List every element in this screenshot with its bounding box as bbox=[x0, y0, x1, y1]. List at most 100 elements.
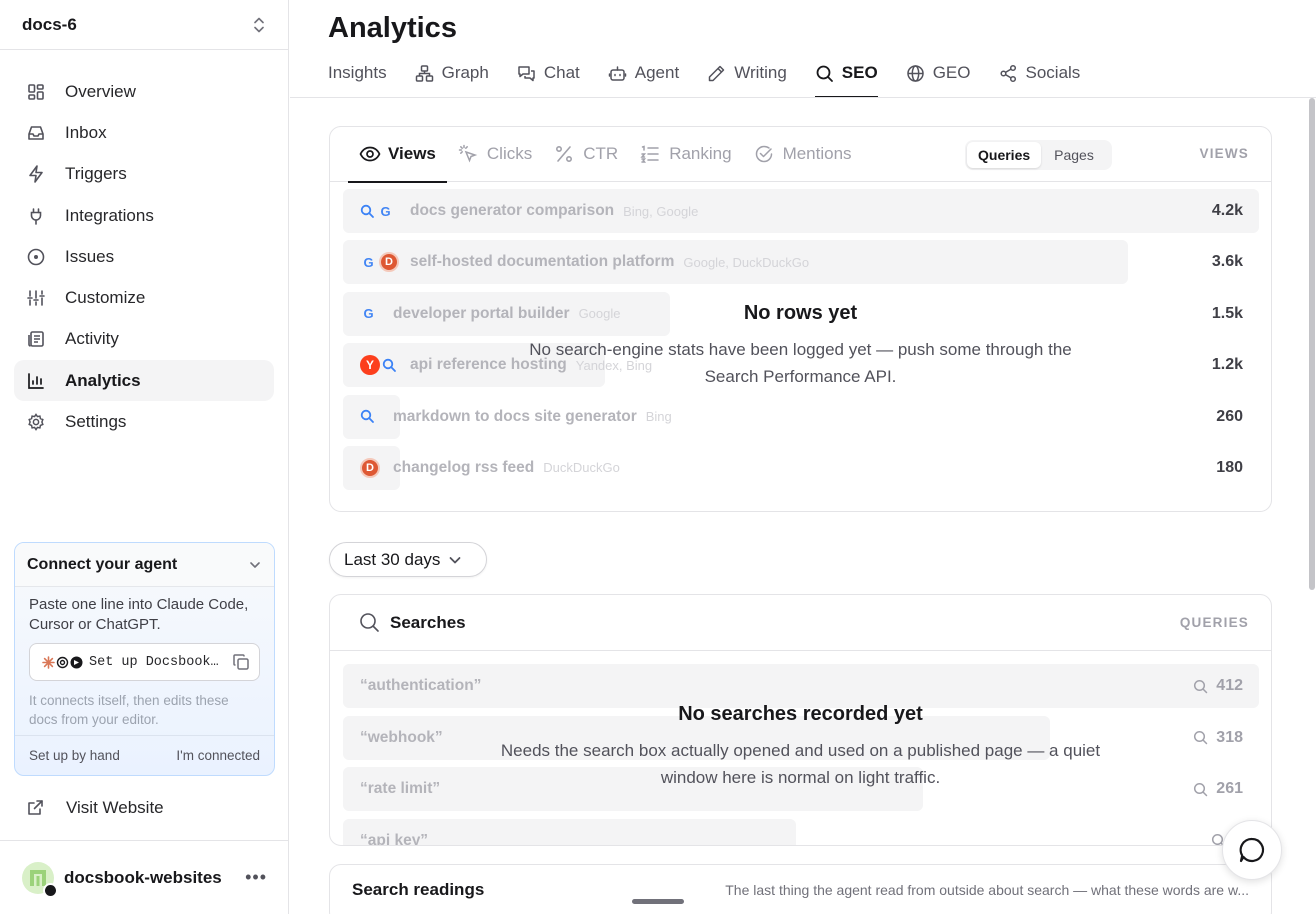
metric-tab-mentions[interactable]: Mentions bbox=[743, 127, 863, 182]
im-connected-link[interactable]: I'm connected bbox=[176, 748, 260, 763]
scrollbar-thumb[interactable] bbox=[1309, 98, 1315, 590]
pen-icon bbox=[707, 64, 726, 83]
org-switcher[interactable]: docsbook-websites ••• bbox=[0, 840, 289, 914]
search-icon bbox=[359, 612, 380, 633]
table-row[interactable]: D changelog rss feed DuckDuckGo 180 bbox=[343, 445, 1259, 490]
engine-icons: G D bbox=[343, 252, 410, 273]
activity-icon bbox=[26, 329, 46, 349]
sidebar-item-analytics[interactable]: Analytics bbox=[14, 360, 274, 402]
metric-tab-label: Mentions bbox=[782, 144, 852, 163]
searches-card: Searches QUERIES “authentication” 412 “w… bbox=[329, 594, 1272, 846]
tab-socials[interactable]: Socials bbox=[999, 54, 1080, 92]
sidebar-item-label: Integrations bbox=[65, 205, 154, 225]
query-views: 260 bbox=[1216, 407, 1243, 425]
tab-insights[interactable]: Insights bbox=[328, 54, 387, 92]
sidebar-item-settings[interactable]: Settings bbox=[14, 401, 274, 442]
connect-agent-footer: Set up by hand I'm connected bbox=[15, 735, 274, 775]
tab-geo[interactable]: GEO bbox=[906, 54, 971, 92]
sidebar: docs-6 Overview Inbox Triggers Integrati… bbox=[0, 0, 289, 914]
tab-agent[interactable]: Agent bbox=[608, 54, 679, 92]
connect-agent-note: It connects itself, then edits these doc… bbox=[29, 693, 229, 727]
sidebar-nav: Overview Inbox Triggers Integrations Iss… bbox=[0, 50, 288, 443]
metric-tab-ctr[interactable]: CTR bbox=[543, 127, 629, 182]
setup-command-box[interactable]: Set up Docsbook… bbox=[29, 643, 260, 681]
sidebar-item-overview[interactable]: Overview bbox=[14, 71, 274, 112]
sidebar-item-activity[interactable]: Activity bbox=[14, 319, 274, 360]
query-views: 3.6k bbox=[1211, 253, 1243, 271]
empty-state-description: No search-engine stats have been logged … bbox=[529, 340, 1072, 386]
chevron-down-icon bbox=[448, 553, 462, 567]
toggle-pages[interactable]: Pages bbox=[1043, 142, 1105, 168]
sliders-icon bbox=[26, 288, 46, 308]
more-options-icon[interactable]: ••• bbox=[245, 867, 267, 888]
sidebar-item-triggers[interactable]: Triggers bbox=[14, 154, 274, 195]
empty-state-title: No rows yet bbox=[743, 302, 858, 324]
drag-handle[interactable] bbox=[632, 899, 684, 904]
sidebar-item-inbox[interactable]: Inbox bbox=[14, 112, 274, 153]
bing-search-icon bbox=[360, 204, 375, 219]
duckduckgo-icon: D bbox=[360, 457, 380, 478]
search-icon bbox=[1194, 679, 1208, 693]
bolt-icon bbox=[26, 164, 46, 184]
table-row[interactable]: markdown to docs site generator Bing 260 bbox=[343, 394, 1259, 439]
page-title: Analytics bbox=[328, 12, 457, 44]
sidebar-item-customize[interactable]: Customize bbox=[14, 277, 274, 318]
tab-seo[interactable]: SEO bbox=[814, 54, 878, 98]
queries-column-header: QUERIES bbox=[1179, 615, 1249, 630]
searches-title: Searches bbox=[390, 612, 466, 632]
table-row[interactable]: G D self-hosted documentation platform G… bbox=[343, 240, 1259, 285]
connect-agent-header[interactable]: Connect your agent bbox=[15, 543, 274, 587]
tab-label: SEO bbox=[841, 63, 878, 82]
searches-header: Searches QUERIES bbox=[330, 595, 1271, 651]
toggle-queries[interactable]: Queries bbox=[967, 142, 1042, 168]
views-column-header: VIEWS bbox=[1199, 146, 1249, 161]
metric-tab-clicks[interactable]: Clicks bbox=[447, 127, 543, 182]
list-item[interactable]: “api key” 2 bbox=[343, 818, 1259, 845]
setup-command-text: Set up Docsbook… bbox=[89, 654, 219, 670]
metric-tab-label: Ranking bbox=[669, 144, 732, 163]
connect-agent-description: Paste one line into Claude Code, Cursor … bbox=[29, 596, 249, 633]
list-item[interactable]: “authentication” 412 bbox=[343, 664, 1259, 708]
google-icon: G bbox=[380, 203, 391, 219]
search-count-value: 412 bbox=[1216, 677, 1243, 694]
metric-tab-label: CTR bbox=[583, 144, 619, 163]
org-name: docsbook-websites bbox=[64, 867, 222, 887]
table-row[interactable]: G docs generator comparison Bing, Google… bbox=[343, 189, 1259, 233]
chat-bubble-icon bbox=[1237, 835, 1267, 865]
chevron-up-down-icon bbox=[252, 16, 266, 34]
visit-website-link[interactable]: Visit Website bbox=[14, 788, 275, 828]
bing-search-icon bbox=[360, 409, 375, 424]
search-count: 412 bbox=[1193, 677, 1243, 695]
metric-tab-label: Views bbox=[388, 144, 436, 163]
scrollbar[interactable] bbox=[1307, 98, 1316, 592]
connect-agent-card: Connect your agent Paste one line into C… bbox=[14, 542, 275, 776]
tab-label: Agent bbox=[634, 63, 680, 82]
copy-icon[interactable] bbox=[231, 652, 251, 672]
bar-chart-icon bbox=[26, 371, 46, 391]
date-range-dropdown[interactable]: Last 30 days bbox=[329, 542, 487, 577]
searches-empty-state: No searches recorded yet Needs the searc… bbox=[330, 703, 1271, 791]
avatar bbox=[22, 861, 58, 898]
tab-writing[interactable]: Writing bbox=[707, 54, 787, 92]
main-content: Analytics Insights Graph Chat Agent Writ… bbox=[290, 0, 1316, 914]
metric-tab-views[interactable]: Views bbox=[348, 127, 447, 183]
sidebar-item-label: Inbox bbox=[65, 122, 107, 142]
tab-chat[interactable]: Chat bbox=[517, 54, 580, 92]
workspace-switcher[interactable]: docs-6 bbox=[0, 0, 288, 50]
sidebar-item-integrations[interactable]: Integrations bbox=[14, 195, 274, 236]
setup-by-hand-link[interactable]: Set up by hand bbox=[29, 748, 120, 763]
metric-tab-ranking[interactable]: Ranking bbox=[629, 127, 742, 182]
sidebar-item-issues[interactable]: Issues bbox=[14, 236, 274, 277]
query-text: docs generator comparison bbox=[410, 202, 615, 219]
plug-icon bbox=[26, 206, 46, 226]
circle-dot-icon bbox=[26, 247, 46, 267]
tab-graph[interactable]: Graph bbox=[415, 54, 489, 92]
seo-performance-card: Views Clicks CTR Ranking Mentions Querie… bbox=[329, 126, 1272, 512]
sidebar-item-label: Analytics bbox=[65, 370, 141, 390]
openai-logo-icon bbox=[56, 656, 69, 669]
agent-logos bbox=[42, 655, 83, 669]
metric-tabs: Views Clicks CTR Ranking Mentions Querie… bbox=[330, 127, 1271, 183]
chevron-down-icon[interactable] bbox=[248, 558, 262, 572]
click-icon bbox=[458, 144, 478, 164]
chat-bubble-button[interactable] bbox=[1222, 820, 1282, 880]
